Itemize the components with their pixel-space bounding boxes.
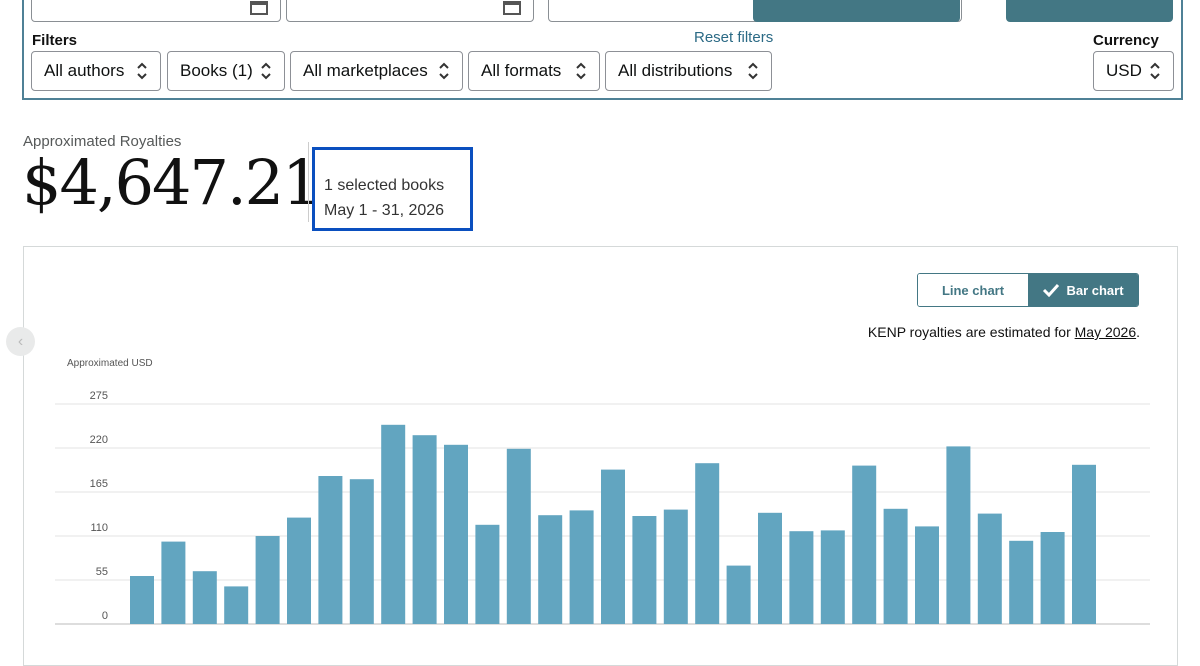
chart-bar[interactable]	[915, 526, 939, 624]
chart-bar[interactable]	[789, 531, 814, 624]
chart-bar[interactable]	[1040, 532, 1065, 624]
y-tick-label: 165	[90, 478, 108, 490]
chart-bar[interactable]	[287, 517, 311, 624]
chart-bar[interactable]	[318, 476, 343, 624]
chart-bar[interactable]	[1009, 540, 1034, 624]
chart-bar[interactable]	[977, 513, 1002, 624]
chart-bar[interactable]	[538, 515, 563, 624]
y-tick-label: 0	[102, 610, 108, 622]
chart-bar[interactable]	[192, 571, 217, 624]
chart-bar[interactable]	[601, 469, 625, 624]
chart-bar[interactable]	[349, 479, 374, 624]
chart-bar[interactable]	[224, 586, 249, 624]
chart-bar[interactable]	[381, 424, 406, 624]
chart-bar[interactable]	[506, 448, 531, 624]
chart-bar[interactable]	[475, 524, 500, 624]
y-tick-label: 220	[90, 434, 108, 446]
chart-bar[interactable]	[632, 516, 657, 624]
royalties-bar-chart: 0 55 110 165 220 275	[55, 390, 1150, 625]
chart-bar[interactable]	[444, 444, 468, 624]
chart-bar[interactable]	[852, 465, 877, 624]
y-tick-label: 275	[90, 390, 108, 402]
chart-bar[interactable]	[130, 576, 154, 624]
chart-bar[interactable]	[820, 530, 845, 624]
chart-bar[interactable]	[161, 541, 186, 624]
chart-bar[interactable]	[883, 508, 908, 624]
chart-bar[interactable]	[663, 509, 688, 624]
y-tick-label: 110	[90, 522, 108, 534]
chart-bar[interactable]	[255, 536, 280, 624]
chart-bar[interactable]	[726, 565, 751, 624]
chart-bar[interactable]	[695, 463, 720, 624]
chart-bar[interactable]	[412, 435, 437, 624]
y-tick-label: 55	[96, 566, 108, 578]
chart-bar[interactable]	[758, 512, 782, 624]
chart-bar[interactable]	[569, 510, 594, 624]
chart-bar[interactable]	[946, 446, 971, 624]
chart-bar[interactable]	[1072, 464, 1096, 624]
